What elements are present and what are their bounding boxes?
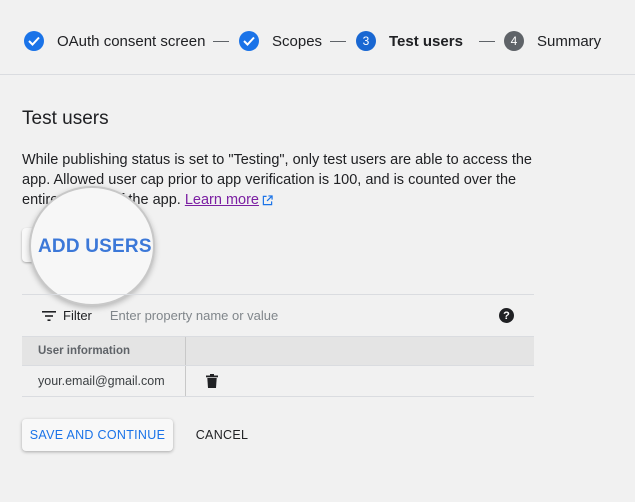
step-separator	[479, 41, 495, 42]
step-number-badge: 4	[504, 31, 524, 51]
step-separator	[330, 41, 346, 42]
stepper: OAuth consent screen Scopes 3 Test users…	[0, 0, 635, 75]
filter-bar[interactable]: Filter Enter property name or value ?	[22, 294, 534, 337]
cancel-button[interactable]: CANCEL	[185, 419, 259, 451]
filter-icon	[42, 310, 56, 321]
step-test-users[interactable]: 3 Test users	[356, 31, 463, 51]
step-label: Test users	[389, 32, 463, 50]
column-header-actions	[186, 337, 202, 365]
zoom-magnifier: ADD USERS	[29, 186, 155, 306]
step-scopes[interactable]: Scopes	[239, 31, 322, 51]
test-users-table: Filter Enter property name or value ? Us…	[22, 294, 534, 397]
check-icon	[239, 31, 259, 51]
check-icon	[24, 31, 44, 51]
user-email-cell: your.email@gmail.com	[22, 366, 186, 396]
add-users-button-label: ADD USERS	[38, 236, 152, 257]
step-number-badge: 3	[356, 31, 376, 51]
external-link-icon	[262, 192, 273, 212]
step-summary[interactable]: 4 Summary	[504, 31, 601, 51]
filter-input[interactable]: Enter property name or value	[110, 308, 278, 323]
step-label: Scopes	[272, 32, 323, 50]
step-label: Summary	[537, 32, 602, 50]
table-header: User information	[22, 337, 534, 366]
step-separator	[213, 41, 229, 42]
filter-label: Filter	[63, 308, 92, 323]
save-and-continue-button[interactable]: SAVE AND CONTINUE	[22, 419, 173, 451]
column-header-user-information[interactable]: User information	[22, 337, 186, 365]
step-oauth-consent-screen[interactable]: OAuth consent screen	[24, 31, 205, 51]
delete-icon[interactable]	[206, 374, 218, 388]
table-row: your.email@gmail.com	[22, 366, 534, 397]
learn-more-link[interactable]: Learn more	[185, 192, 259, 208]
help-icon[interactable]: ?	[499, 308, 514, 323]
page-title: Test users	[22, 108, 109, 129]
step-label: OAuth consent screen	[57, 32, 206, 50]
